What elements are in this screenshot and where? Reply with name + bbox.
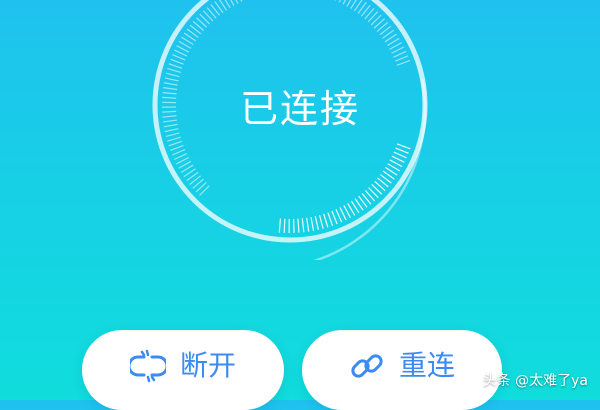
dial-tick [332,211,337,224]
dial-tick [393,51,406,57]
dial-tick [284,219,285,233]
dial-tick [172,55,185,61]
dial-tick [169,64,182,69]
connection-status-text: 已连接 [0,78,600,133]
dial-tick [298,219,299,233]
dial-tick [392,156,405,162]
dial-tick [166,133,180,136]
dial-tick [302,218,304,232]
watermark-text: 头条 @太难了ya [483,370,588,390]
disconnect-button-label[interactable]: 断开 [180,348,236,384]
dial-tick [174,154,187,160]
dial-tick [336,209,342,222]
dial-tick [174,50,187,56]
dial-tick [167,137,180,141]
dial-tick [394,152,407,158]
dial-tick [328,213,333,226]
dial-tick [397,144,410,149]
dial-tick [320,215,324,229]
dial-tick [396,148,409,153]
disconnect-button-content[interactable]: 断开 [130,348,236,384]
dial-tick [315,216,318,230]
reconnect-button[interactable]: 重连 [302,330,502,410]
dial-tick [170,145,183,150]
dial-tick [307,218,309,232]
dial-tick [167,68,180,72]
link-icon [349,348,385,384]
broken-link-icon [130,348,166,384]
dial-tick [279,219,280,233]
dial-tick [171,59,184,64]
vpn-status-screen: 已连接 断开 重连 头条 @太难了ya [0,0,600,400]
dial-tick [311,217,314,231]
dial-tick [166,73,180,76]
dial-tick [324,214,328,227]
dial-tick [395,56,408,61]
disconnect-button[interactable]: 断开 [82,330,284,410]
reconnect-button-content[interactable]: 重连 [349,348,455,384]
dial-tick [169,141,182,145]
dial-tick [340,207,346,220]
dial-tick [172,150,185,155]
dial-tick [397,60,410,65]
reconnect-button-label[interactable]: 重连 [399,348,455,384]
